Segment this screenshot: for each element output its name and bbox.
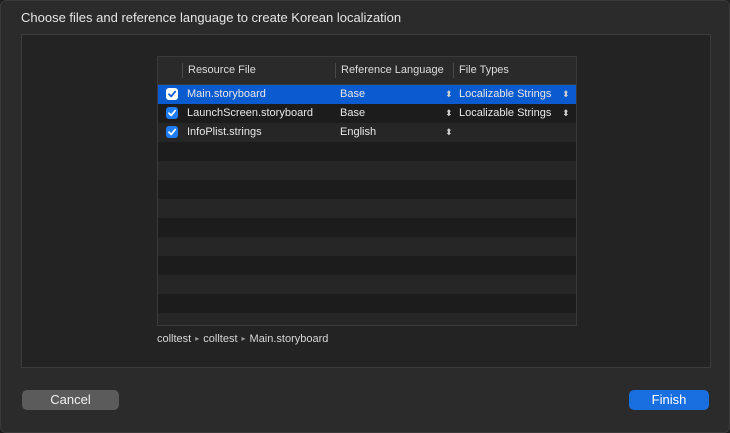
finish-button[interactable]: Finish xyxy=(629,390,709,410)
column-separator xyxy=(453,63,454,78)
localization-dialog: Choose files and reference language to c… xyxy=(0,0,730,433)
checkmark-icon xyxy=(168,128,177,136)
empty-row xyxy=(158,275,576,294)
dialog-title: Choose files and reference language to c… xyxy=(21,10,402,25)
up-down-chevron-icon[interactable]: ⬍ xyxy=(562,85,570,104)
reference-language-value[interactable]: Base xyxy=(340,85,365,104)
checkmark-icon xyxy=(168,109,177,117)
path-breadcrumb: colltest ▸ colltest ▸ Main.storyboard xyxy=(157,333,328,345)
file-type-value[interactable]: Localizable Strings xyxy=(459,104,551,123)
table-row[interactable]: Main.storyboard Base ⬍ Localizable Strin… xyxy=(158,85,576,104)
include-checkbox[interactable] xyxy=(166,88,178,100)
empty-row xyxy=(158,161,576,180)
file-type-value[interactable]: Localizable Strings xyxy=(459,85,551,104)
up-down-chevron-icon[interactable]: ⬍ xyxy=(445,85,453,104)
column-separator xyxy=(335,63,336,78)
empty-row xyxy=(158,142,576,161)
include-checkbox[interactable] xyxy=(166,126,178,138)
checkmark-icon xyxy=(168,90,177,98)
column-header-file-types[interactable]: File Types xyxy=(459,57,509,84)
resource-file-name: InfoPlist.strings xyxy=(187,126,262,138)
empty-row xyxy=(158,237,576,256)
empty-row xyxy=(158,218,576,237)
empty-row xyxy=(158,294,576,313)
up-down-chevron-icon[interactable]: ⬍ xyxy=(445,123,453,142)
resource-file-name: Main.storyboard xyxy=(187,88,266,100)
column-header-resource-file[interactable]: Resource File xyxy=(188,57,256,84)
empty-row xyxy=(158,256,576,275)
path-separator-icon: ▸ xyxy=(195,334,200,343)
table-row[interactable]: LaunchScreen.storyboard Base ⬍ Localizab… xyxy=(158,104,576,123)
column-header-reference-language[interactable]: Reference Language xyxy=(341,57,444,84)
path-segment[interactable]: colltest xyxy=(203,333,237,345)
column-separator xyxy=(182,63,183,78)
path-segment[interactable]: Main.storyboard xyxy=(250,333,329,345)
up-down-chevron-icon[interactable]: ⬍ xyxy=(445,104,453,123)
table-header: Resource File Reference Language File Ty… xyxy=(158,57,576,85)
empty-row xyxy=(158,199,576,218)
cancel-button[interactable]: Cancel xyxy=(22,390,119,410)
files-table[interactable]: Resource File Reference Language File Ty… xyxy=(157,56,577,326)
resource-file-name: LaunchScreen.storyboard xyxy=(187,107,313,119)
content-panel: Resource File Reference Language File Ty… xyxy=(21,34,711,368)
empty-row xyxy=(158,180,576,199)
reference-language-value[interactable]: English xyxy=(340,123,376,142)
include-checkbox[interactable] xyxy=(166,107,178,119)
path-separator-icon: ▸ xyxy=(241,334,246,343)
empty-row xyxy=(158,313,576,325)
table-row[interactable]: InfoPlist.strings English ⬍ xyxy=(158,123,576,142)
path-segment[interactable]: colltest xyxy=(157,333,191,345)
up-down-chevron-icon[interactable]: ⬍ xyxy=(562,104,570,123)
reference-language-value[interactable]: Base xyxy=(340,104,365,123)
